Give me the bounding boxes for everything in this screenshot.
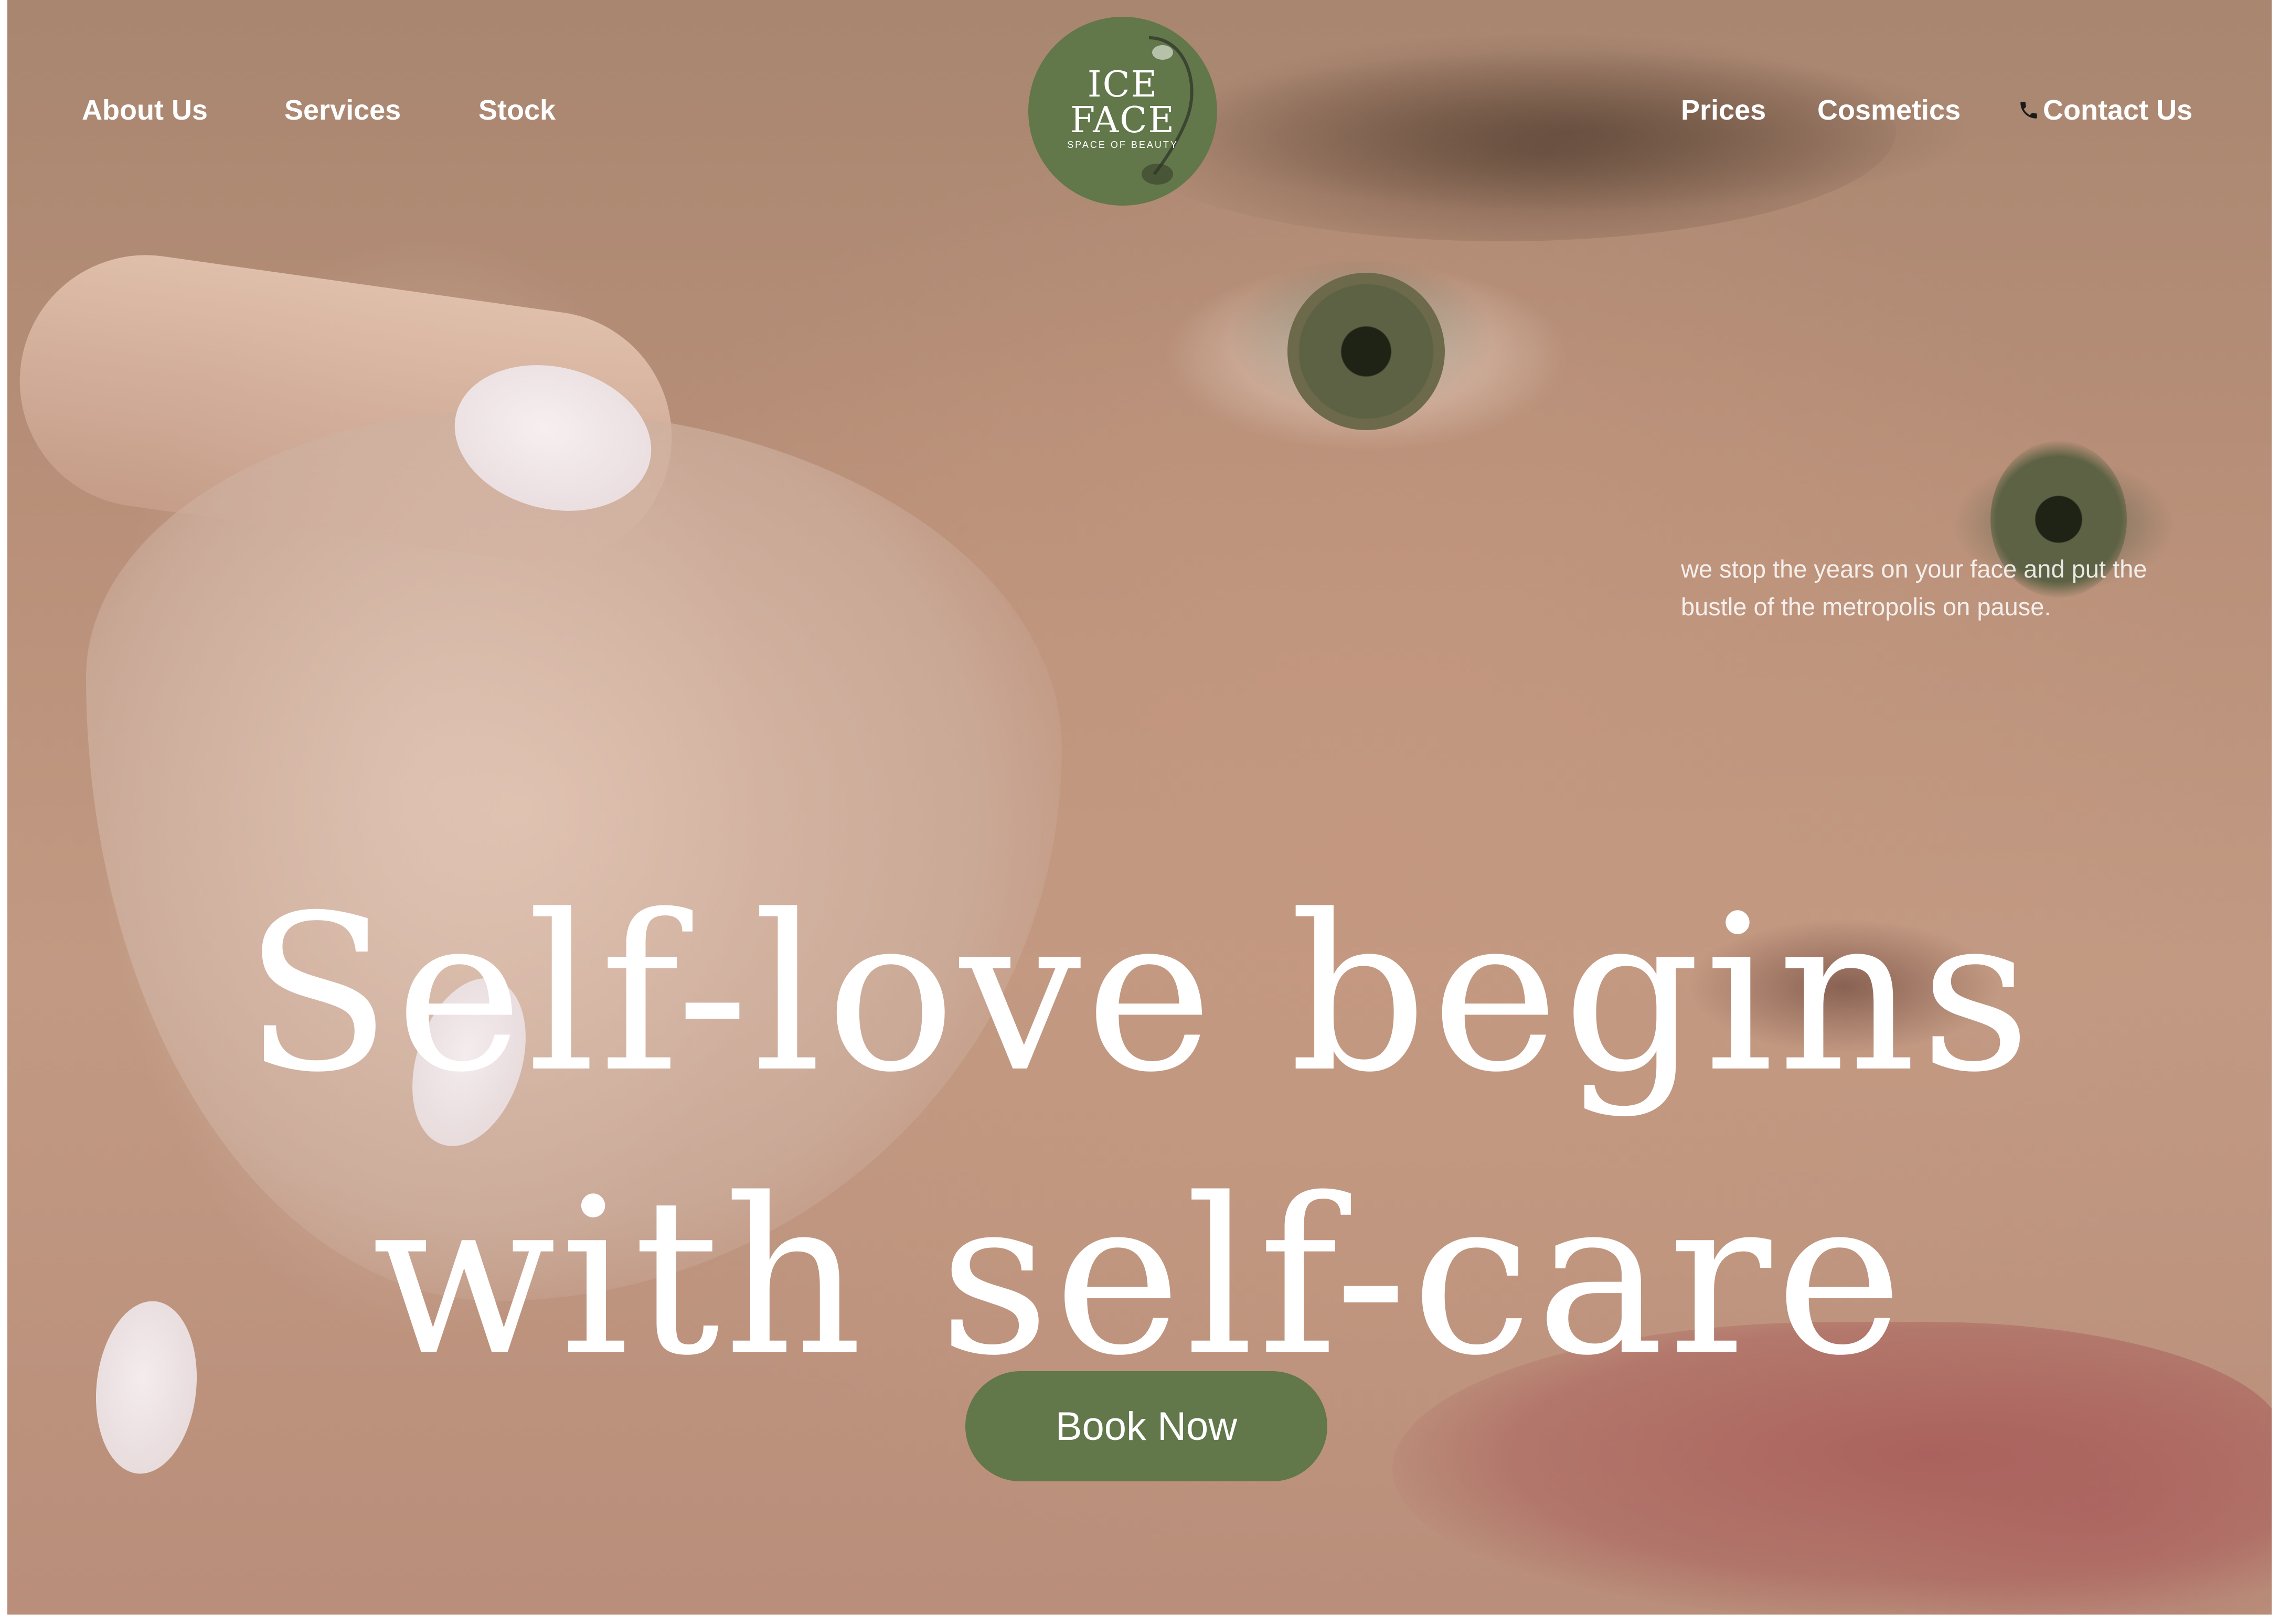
nav-cosmetics[interactable]: Cosmetics <box>1817 89 1961 131</box>
nav-services[interactable]: Services <box>284 89 401 131</box>
logo-tagline: SPACE OF BEAUTY <box>1067 140 1178 150</box>
hero-image-finger <box>7 239 688 580</box>
hero-section: About Us Services Stock ICE FACE SPACE O… <box>7 0 2272 1615</box>
hero-image-nail <box>439 345 667 531</box>
book-now-button[interactable]: Book Now <box>965 1371 1327 1481</box>
hero-image-eye <box>1162 262 1571 451</box>
hero-image-iris <box>1287 273 1445 430</box>
brand-logo[interactable]: ICE FACE SPACE OF BEAUTY <box>1028 17 1217 206</box>
nav-stock[interactable]: Stock <box>478 89 556 131</box>
logo-text-ice: ICE <box>1087 64 1158 105</box>
nav-contact-label: Contact Us <box>2043 94 2193 126</box>
nav-about-us[interactable]: About Us <box>82 89 208 131</box>
phone-icon <box>2020 102 2037 119</box>
hero-headline-line2: with self-care <box>372 1151 1907 1403</box>
logo-text-face: FACE <box>1070 100 1176 141</box>
nav-prices[interactable]: Prices <box>1681 89 1766 131</box>
hero-tagline: we stop the years on your face and put t… <box>1681 555 2147 621</box>
nav-contact-us[interactable]: Contact Us <box>2018 89 2192 131</box>
hero-image-brow <box>1109 21 1896 241</box>
hero-headline-line1: Self-love begins <box>243 868 2035 1119</box>
